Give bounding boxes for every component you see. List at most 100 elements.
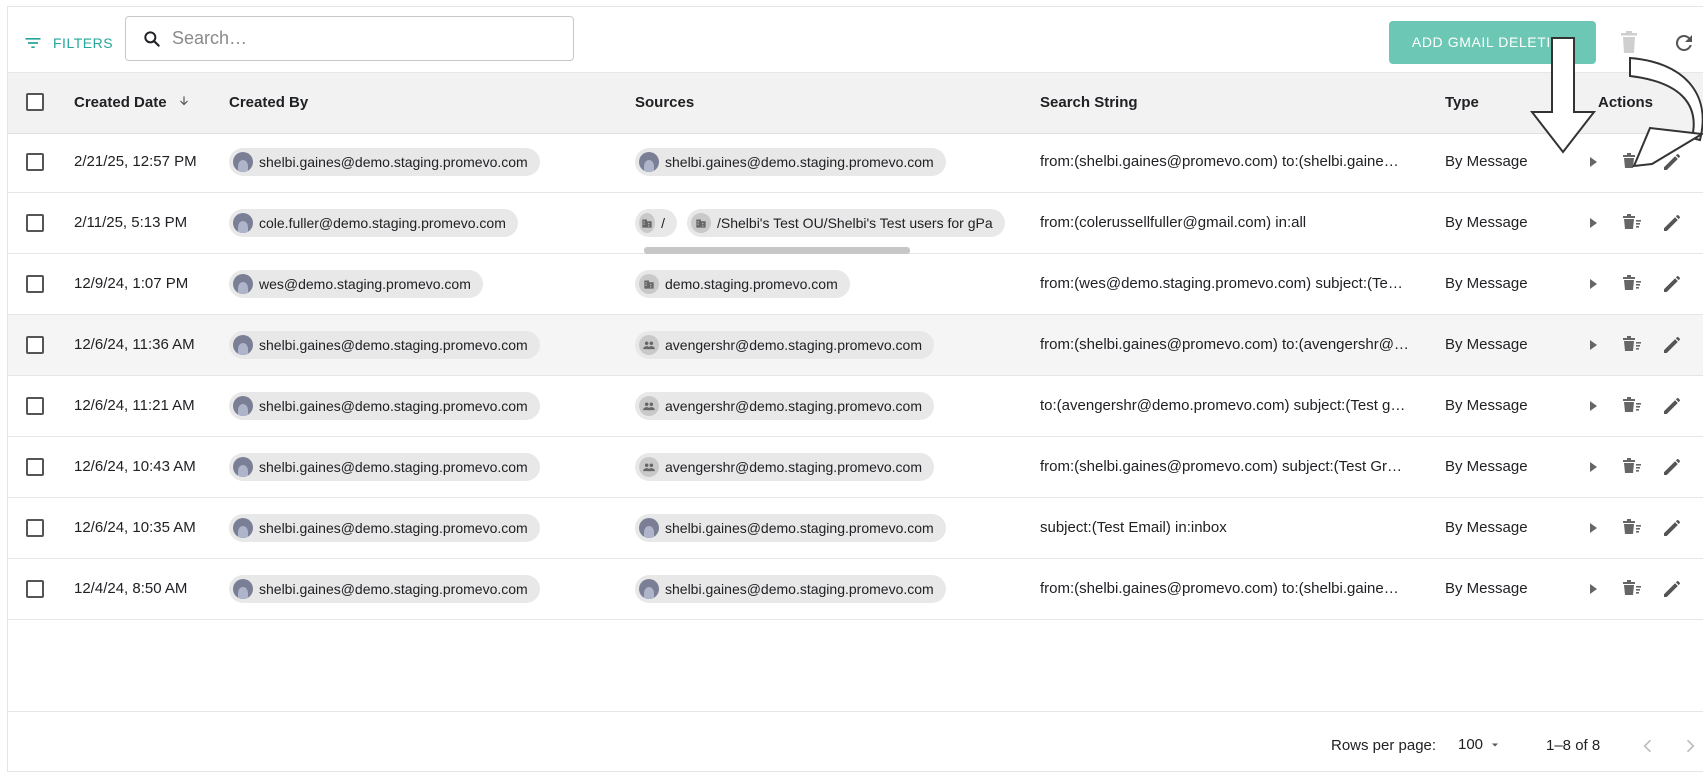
delete-sweep-icon[interactable]: [1620, 272, 1644, 296]
column-header-type[interactable]: Type: [1445, 73, 1479, 133]
refresh-icon[interactable]: [1672, 31, 1696, 55]
select-all-checkbox[interactable]: [26, 93, 44, 111]
group-icon: [639, 335, 659, 355]
column-header-actions: Actions: [1598, 94, 1654, 111]
bulk-delete-icon[interactable]: [1617, 29, 1641, 55]
filters-button[interactable]: FILTERS: [23, 33, 113, 53]
edit-icon[interactable]: [1660, 333, 1684, 357]
row-checkbox[interactable]: [26, 580, 44, 598]
delete-sweep-icon[interactable]: [1620, 455, 1644, 479]
edit-icon[interactable]: [1660, 577, 1684, 601]
table-row[interactable]: 12/6/24, 11:21 AM shelbi.gaines@demo.stag…: [8, 376, 1703, 437]
edit-icon[interactable]: [1660, 455, 1684, 479]
column-header-sources[interactable]: Sources: [635, 73, 694, 133]
table-row[interactable]: 12/6/24, 11:36 AM shelbi.gaines@demo.stag…: [8, 315, 1703, 376]
row-checkbox[interactable]: [26, 153, 44, 171]
created-by-chip[interactable]: shelbi.gaines@demo.staging.promevo.com: [229, 392, 540, 420]
user-avatar-icon: [233, 335, 253, 355]
edit-icon[interactable]: [1660, 150, 1684, 174]
source-chip-label: demo.staging.promevo.com: [665, 276, 838, 292]
delete-sweep-icon[interactable]: [1620, 150, 1644, 174]
created-by-chip[interactable]: shelbi.gaines@demo.staging.promevo.com: [229, 453, 540, 481]
search-string-cell: from:(wes@demo.staging.promevo.com) subj…: [1040, 275, 1403, 292]
delete-sweep-icon[interactable]: [1620, 516, 1644, 540]
delete-sweep-icon[interactable]: [1620, 333, 1644, 357]
user-avatar-icon: [639, 579, 659, 599]
delete-sweep-icon[interactable]: [1620, 394, 1644, 418]
source-chip-label: shelbi.gaines@demo.staging.promevo.com: [665, 581, 934, 597]
source-chip-label: avengershr@demo.staging.promevo.com: [665, 337, 923, 353]
group-icon: [639, 396, 659, 416]
created-date-cell: 12/6/24, 10:43 AM: [74, 458, 196, 475]
row-checkbox[interactable]: [26, 397, 44, 415]
source-chip[interactable]: /Shelbi's Test OU/Shelbi's Test users fo…: [687, 209, 1005, 237]
source-chip[interactable]: avengershr@demo.staging.promevo.com: [635, 453, 935, 481]
horizontal-scrollbar[interactable]: [644, 247, 910, 254]
table-row[interactable]: 2/21/25, 12:57 PM shelbi.gaines@demo.stag…: [8, 132, 1703, 193]
created-date-cell: 2/11/25, 5:13 PM: [74, 214, 188, 231]
row-checkbox[interactable]: [26, 275, 44, 293]
user-avatar-icon: [233, 213, 253, 233]
source-chip[interactable]: shelbi.gaines@demo.staging.promevo.com: [635, 514, 946, 542]
table-row[interactable]: 12/6/24, 10:43 AM shelbi.gaines@demo.stag…: [8, 437, 1703, 498]
source-chip[interactable]: avengershr@demo.staging.promevo.com: [635, 331, 935, 359]
play-icon[interactable]: [1581, 150, 1605, 174]
column-header-search-string[interactable]: Search String: [1040, 73, 1138, 133]
created-by-chip[interactable]: shelbi.gaines@demo.staging.promevo.com: [229, 148, 540, 176]
created-by-chip[interactable]: shelbi.gaines@demo.staging.promevo.com: [229, 331, 540, 359]
table-row[interactable]: 12/4/24, 8:50 AM shelbi.gaines@demo.stagi…: [8, 559, 1703, 620]
row-checkbox[interactable]: [26, 214, 44, 232]
created-by-chip[interactable]: shelbi.gaines@demo.staging.promevo.com: [229, 514, 540, 542]
play-icon[interactable]: [1581, 211, 1605, 235]
play-icon[interactable]: [1581, 333, 1605, 357]
source-chip-label: /: [661, 215, 665, 231]
created-date-cell: 12/6/24, 10:35 AM: [74, 519, 196, 536]
previous-page-icon[interactable]: [1638, 736, 1658, 756]
created-by-label: shelbi.gaines@demo.staging.promevo.com: [259, 337, 528, 353]
delete-sweep-icon[interactable]: [1620, 211, 1644, 235]
user-avatar-icon: [233, 396, 253, 416]
table-row[interactable]: 12/6/24, 10:35 AM shelbi.gaines@demo.stag…: [8, 498, 1703, 559]
delete-sweep-icon[interactable]: [1620, 577, 1644, 601]
user-avatar-icon: [233, 579, 253, 599]
row-checkbox[interactable]: [26, 458, 44, 476]
created-date-cell: 12/4/24, 8:50 AM: [74, 580, 188, 597]
add-gmail-deletion-button[interactable]: ADD GMAIL DELETION: [1389, 21, 1596, 64]
table-row[interactable]: 2/11/25, 5:13 PM cole.fuller@demo.staging…: [8, 193, 1703, 254]
source-chip[interactable]: demo.staging.promevo.com: [635, 270, 850, 298]
play-icon[interactable]: [1581, 455, 1605, 479]
next-page-icon[interactable]: [1680, 736, 1700, 756]
source-chip[interactable]: avengershr@demo.staging.promevo.com: [635, 392, 935, 420]
edit-icon[interactable]: [1660, 516, 1684, 540]
search-string-cell: from:(shelbi.gaines@promevo.com) subject…: [1040, 458, 1403, 475]
org-unit-icon: [639, 274, 659, 294]
source-chip[interactable]: /: [635, 209, 677, 237]
created-by-chip[interactable]: cole.fuller@demo.staging.promevo.com: [229, 209, 518, 237]
search-box[interactable]: [125, 16, 574, 61]
play-icon[interactable]: [1581, 577, 1605, 601]
created-by-label: shelbi.gaines@demo.staging.promevo.com: [259, 398, 528, 414]
search-string-cell: from:(shelbi.gaines@promevo.com) to:(she…: [1040, 153, 1399, 170]
created-by-label: shelbi.gaines@demo.staging.promevo.com: [259, 459, 528, 475]
created-by-chip[interactable]: shelbi.gaines@demo.staging.promevo.com: [229, 575, 540, 603]
row-checkbox[interactable]: [26, 519, 44, 537]
created-by-chip[interactable]: wes@demo.staging.promevo.com: [229, 270, 483, 298]
edit-icon[interactable]: [1660, 272, 1684, 296]
created-date-cell: 12/9/24, 1:07 PM: [74, 275, 189, 292]
created-by-label: cole.fuller@demo.staging.promevo.com: [259, 215, 506, 231]
column-header-created-date[interactable]: Created Date: [74, 73, 191, 133]
created-date-cell: 12/6/24, 11:36 AM: [74, 336, 195, 353]
source-chip[interactable]: shelbi.gaines@demo.staging.promevo.com: [635, 575, 946, 603]
edit-icon[interactable]: [1660, 211, 1684, 235]
table-row[interactable]: 12/9/24, 1:07 PM wes@demo.staging.promevo…: [8, 254, 1703, 315]
row-checkbox[interactable]: [26, 336, 44, 354]
rows-per-page-select[interactable]: 100: [1458, 736, 1501, 753]
search-input[interactable]: [170, 27, 554, 50]
play-icon[interactable]: [1581, 516, 1605, 540]
column-header-created-by[interactable]: Created By: [229, 73, 308, 133]
play-icon[interactable]: [1581, 394, 1605, 418]
edit-icon[interactable]: [1660, 394, 1684, 418]
source-chip[interactable]: shelbi.gaines@demo.staging.promevo.com: [635, 148, 946, 176]
play-icon[interactable]: [1581, 272, 1605, 296]
type-cell: By Message: [1445, 580, 1528, 597]
